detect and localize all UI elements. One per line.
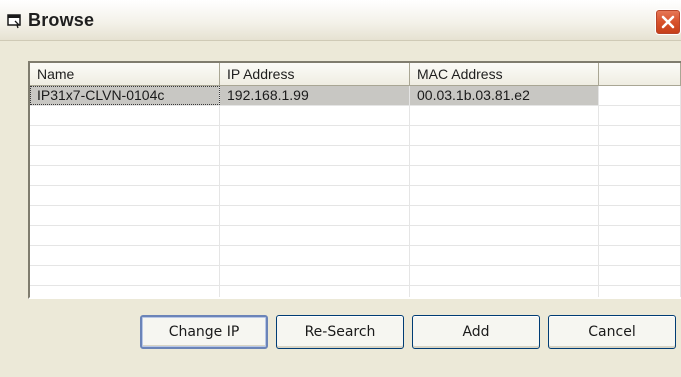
empty-row: [30, 106, 681, 126]
empty-row: [30, 166, 681, 186]
cell-name: IP31x7-CLVN-0104c: [30, 86, 220, 105]
empty-row: [30, 286, 681, 297]
title-bar[interactable]: Browse: [0, 0, 681, 41]
device-list[interactable]: Name IP Address MAC Address IP31x7-CLVN-…: [28, 61, 681, 299]
cell-empty: [599, 86, 681, 105]
empty-row: [30, 246, 681, 266]
window-title: Browse: [28, 10, 95, 30]
list-header: Name IP Address MAC Address: [30, 63, 681, 86]
re-search-button[interactable]: Re-Search: [276, 315, 404, 349]
table-row[interactable]: IP31x7-CLVN-0104c 192.168.1.99 00.03.1b.…: [30, 86, 681, 106]
change-ip-button[interactable]: Change IP: [140, 315, 268, 349]
column-header-name[interactable]: Name: [30, 63, 220, 86]
window-icon: [6, 12, 28, 30]
list-rows: IP31x7-CLVN-0104c 192.168.1.99 00.03.1b.…: [30, 86, 681, 297]
empty-row: [30, 226, 681, 246]
cell-mac-address: 00.03.1b.03.81.e2: [410, 86, 599, 105]
cell-ip-address: 192.168.1.99: [220, 86, 410, 105]
empty-row: [30, 146, 681, 166]
cancel-button[interactable]: Cancel: [548, 315, 676, 349]
column-header-ip-address[interactable]: IP Address: [220, 63, 410, 86]
empty-row: [30, 266, 681, 286]
column-header-empty[interactable]: [599, 63, 681, 86]
column-header-mac-address[interactable]: MAC Address: [410, 63, 599, 86]
empty-row: [30, 206, 681, 226]
dialog-body: Name IP Address MAC Address IP31x7-CLVN-…: [0, 41, 681, 377]
close-icon: [661, 15, 675, 29]
add-button[interactable]: Add: [412, 315, 540, 349]
close-button[interactable]: [655, 9, 681, 35]
empty-row: [30, 186, 681, 206]
empty-row: [30, 126, 681, 146]
